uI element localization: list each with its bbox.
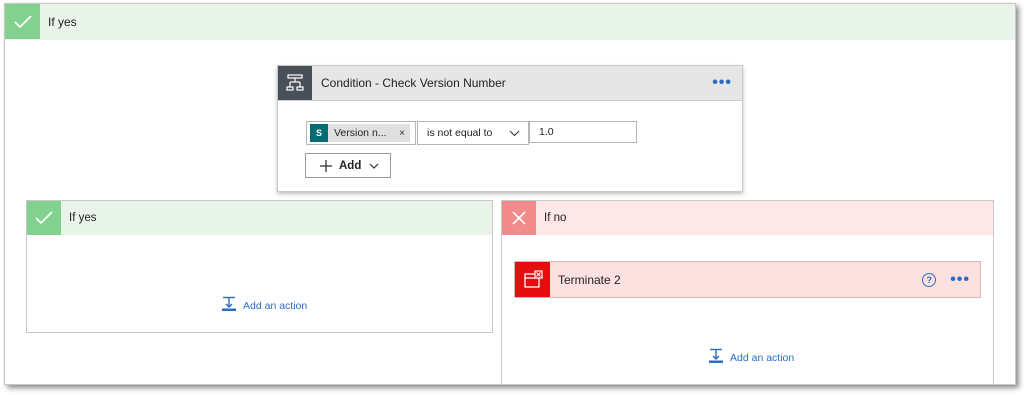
top-if-yes-label: If yes: [48, 14, 77, 29]
operator-select[interactable]: is not equal to: [417, 121, 529, 145]
condition-header[interactable]: Condition - Check Version Number •••: [278, 66, 742, 101]
flow-canvas: If yes Condition - Check Version Number …: [4, 3, 1016, 385]
condition-title: Condition - Check Version Number: [321, 76, 506, 90]
add-an-action-link[interactable]: Add an action: [221, 296, 307, 315]
help-icon[interactable]: ?: [922, 272, 937, 287]
close-icon: [502, 201, 536, 235]
condition-card: Condition - Check Version Number ••• S V…: [277, 65, 743, 192]
remove-token-button[interactable]: ×: [399, 128, 405, 139]
add-action-icon: [708, 348, 724, 367]
terminate-title: Terminate 2: [558, 272, 621, 287]
if-yes-header[interactable]: If yes: [27, 201, 492, 235]
if-yes-label: If yes: [69, 212, 97, 224]
if-no-label: If no: [544, 212, 567, 224]
add-button-label: Add: [339, 159, 362, 172]
chevron-down-icon: [509, 130, 520, 136]
if-no-header[interactable]: If no: [502, 201, 993, 235]
add-an-action-link[interactable]: Add an action: [708, 348, 794, 367]
plus-icon: [320, 159, 332, 172]
terminate-action-card[interactable]: Terminate 2 ? •••: [514, 261, 981, 298]
terminate-icon: [515, 262, 550, 297]
sharepoint-icon: S: [310, 124, 328, 142]
dynamic-content-field[interactable]: S Version n... ×: [306, 121, 416, 145]
condition-menu-button[interactable]: •••: [712, 74, 732, 92]
add-action-icon: [221, 296, 237, 315]
add-condition-button[interactable]: Add: [305, 153, 391, 178]
check-icon: [27, 201, 61, 235]
check-icon: [5, 4, 40, 39]
if-yes-branch: If yes Add an action: [26, 200, 493, 333]
operator-value: is not equal to: [427, 127, 493, 139]
add-action-label: Add an action: [243, 299, 308, 312]
terminate-menu-button[interactable]: •••: [950, 271, 970, 289]
token-label: Version n...: [334, 127, 387, 139]
top-if-yes-header[interactable]: If yes: [5, 4, 1015, 40]
dynamic-content-token[interactable]: S Version n... ×: [310, 124, 410, 142]
condition-icon: [278, 66, 312, 100]
chevron-down-icon: [369, 163, 379, 169]
add-action-label: Add an action: [730, 351, 795, 364]
if-no-branch: If no Terminate 2 ? ••• Add an action: [501, 200, 994, 385]
comparison-value-input[interactable]: [529, 121, 637, 143]
